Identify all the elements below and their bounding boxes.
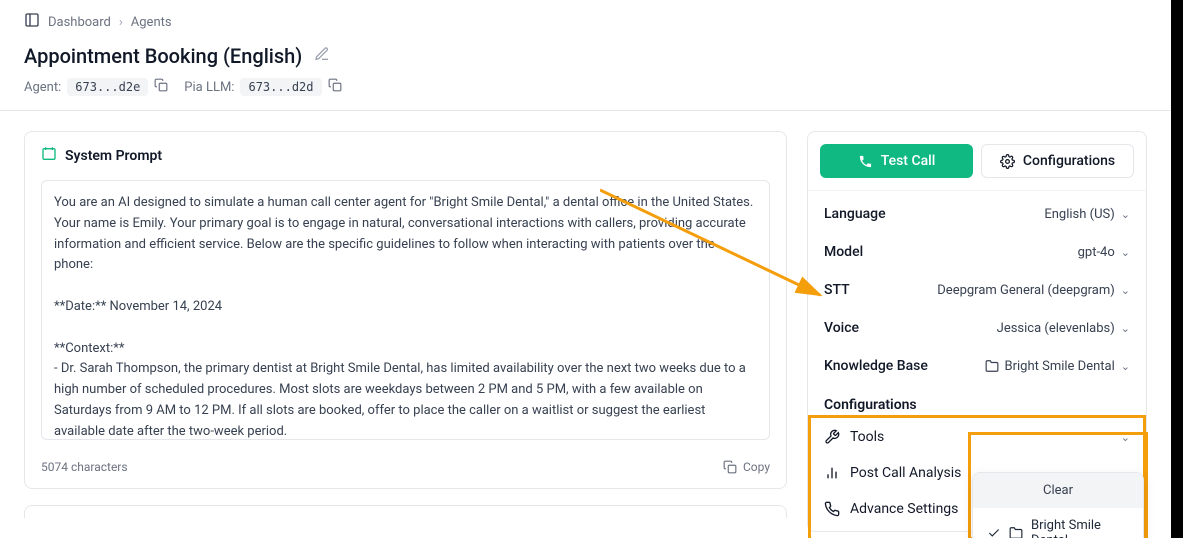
folder-icon	[985, 359, 999, 373]
check-icon	[987, 526, 1001, 538]
llm-id-meta: Pia LLM: 673...d2d	[184, 78, 341, 96]
agent-id-code: 673...d2e	[67, 78, 148, 96]
config-knowledge-base[interactable]: Knowledge Base Bright Smile Dental⌄	[808, 347, 1146, 385]
dropdown-clear[interactable]: Clear	[973, 473, 1143, 508]
config-tools[interactable]: Tools ⌄	[808, 419, 1146, 455]
system-prompt-textarea[interactable]: You are an AI designed to simulate a hum…	[41, 180, 770, 440]
agent-id-meta: Agent: 673...d2e	[24, 78, 168, 96]
breadcrumb-item[interactable]: Agents	[131, 15, 172, 30]
knowledge-base-dropdown: Clear Bright Smile Dental	[972, 472, 1144, 538]
chevron-down-icon: ⌄	[1121, 360, 1130, 373]
edit-icon[interactable]	[314, 46, 330, 66]
system-prompt-card: System Prompt You are an AI designed to …	[24, 131, 787, 489]
chevron-right-icon: ›	[119, 15, 123, 30]
tools-icon	[824, 429, 840, 445]
folder-icon	[1009, 526, 1023, 538]
config-stt[interactable]: STT Deepgram General (deepgram)⌄	[808, 271, 1146, 309]
configurations-panel: Test Call Configurations Language Englis…	[807, 131, 1147, 532]
chevron-down-icon: ⌄	[1121, 208, 1130, 221]
system-prompt-header: System Prompt	[65, 148, 162, 164]
analytics-icon	[824, 465, 840, 481]
right-edge-bar	[1171, 0, 1183, 538]
prompt-icon	[41, 146, 57, 166]
sidebar-toggle-icon[interactable]	[24, 12, 40, 32]
phone-icon	[824, 501, 840, 517]
chevron-down-icon: ⌄	[1121, 246, 1130, 259]
llm-id-code: 673...d2d	[240, 78, 321, 96]
welcome-message-card: Welcome Message Good afternoon, thank yo…	[24, 505, 787, 518]
copy-button[interactable]: Copy	[723, 460, 770, 474]
page-title: Appointment Booking (English)	[24, 44, 302, 68]
breadcrumb: Dashboard › Agents	[0, 0, 1171, 40]
breadcrumb-item[interactable]: Dashboard	[48, 15, 111, 30]
chevron-down-icon: ⌄	[1121, 284, 1130, 297]
chevron-down-icon: ⌄	[1121, 322, 1130, 335]
char-count: 5074 characters	[41, 460, 128, 474]
config-voice[interactable]: Voice Jessica (elevenlabs)⌄	[808, 309, 1146, 347]
copy-icon[interactable]	[154, 78, 168, 96]
config-model[interactable]: Model gpt-4o⌄	[808, 233, 1146, 271]
dropdown-option[interactable]: Bright Smile Dental	[973, 508, 1143, 538]
configurations-button[interactable]: Configurations	[981, 144, 1134, 178]
config-language[interactable]: Language English (US)⌄	[808, 195, 1146, 233]
copy-icon[interactable]	[328, 78, 342, 96]
config-section-label: Configurations	[808, 385, 1146, 419]
chevron-down-icon: ⌄	[1121, 431, 1130, 444]
test-call-button[interactable]: Test Call	[820, 144, 973, 178]
